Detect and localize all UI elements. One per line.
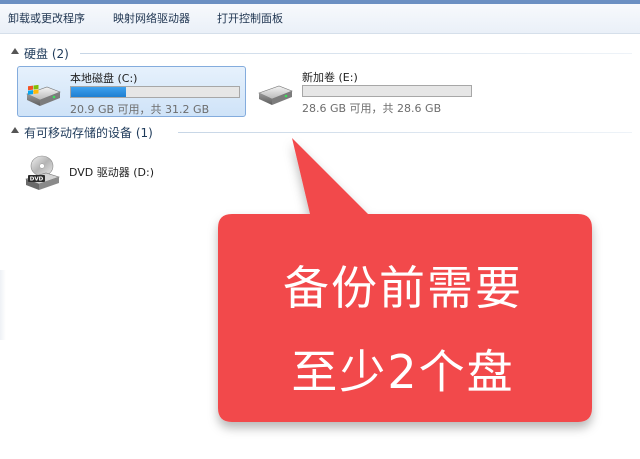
callout-line-2: 至少2个盘 [291, 345, 515, 399]
map-network-drive-button[interactable]: 映射网络驱动器 [113, 10, 190, 26]
hard-disks-section-header[interactable]: 硬盘 (2) [0, 45, 640, 61]
drive-c-usage-bar [70, 86, 240, 98]
drive-c-name: 本地磁盘 (C:) [70, 72, 138, 85]
drive-c-usage-fill [71, 87, 127, 97]
callout-line-1: 备份前需要 [283, 261, 523, 315]
uninstall-program-button[interactable]: 卸载或更改程序 [8, 10, 85, 26]
callout-bubble [218, 138, 592, 422]
hard-drive-icon [26, 84, 61, 106]
removable-storage-section-header[interactable]: 有可移动存储的设备 (1) [0, 124, 640, 140]
window-edge [0, 270, 6, 340]
drive-e-tile[interactable]: 新加卷 (E:) 28.6 GB 可用，共 28.6 GB [250, 66, 480, 117]
dvd-logo-text: DVD [30, 177, 44, 183]
section-divider [178, 132, 632, 133]
drive-c-space: 20.9 GB 可用，共 31.2 GB [70, 103, 210, 116]
dvd-drive-icon: DVD [25, 155, 60, 190]
command-toolbar: 卸载或更改程序 映射网络驱动器 打开控制面板 [0, 0, 640, 34]
section-collapse-arrow-icon[interactable] [11, 127, 19, 133]
hard-drive-icon [258, 85, 293, 105]
section-divider [80, 53, 632, 54]
hard-disks-section-title: 硬盘 (2) [24, 47, 69, 61]
explorer-window: 卸载或更改程序 映射网络驱动器 打开控制面板 硬盘 (2) 本地磁盘 (C:) … [0, 0, 640, 459]
drive-e-space: 28.6 GB 可用，共 28.6 GB [302, 102, 442, 115]
dvd-drive-name: DVD 驱动器 (D:) [69, 166, 155, 179]
drive-e-name: 新加卷 (E:) [302, 71, 358, 84]
dvd-drive-tile[interactable]: DVD DVD 驱动器 (D:) [17, 147, 237, 193]
open-control-panel-button[interactable]: 打开控制面板 [217, 10, 283, 26]
removable-storage-section-title: 有可移动存储的设备 (1) [24, 126, 153, 140]
drive-e-usage-bar [302, 85, 472, 97]
drive-c-tile[interactable]: 本地磁盘 (C:) 20.9 GB 可用，共 31.2 GB [17, 66, 246, 117]
section-collapse-arrow-icon[interactable] [11, 48, 19, 54]
